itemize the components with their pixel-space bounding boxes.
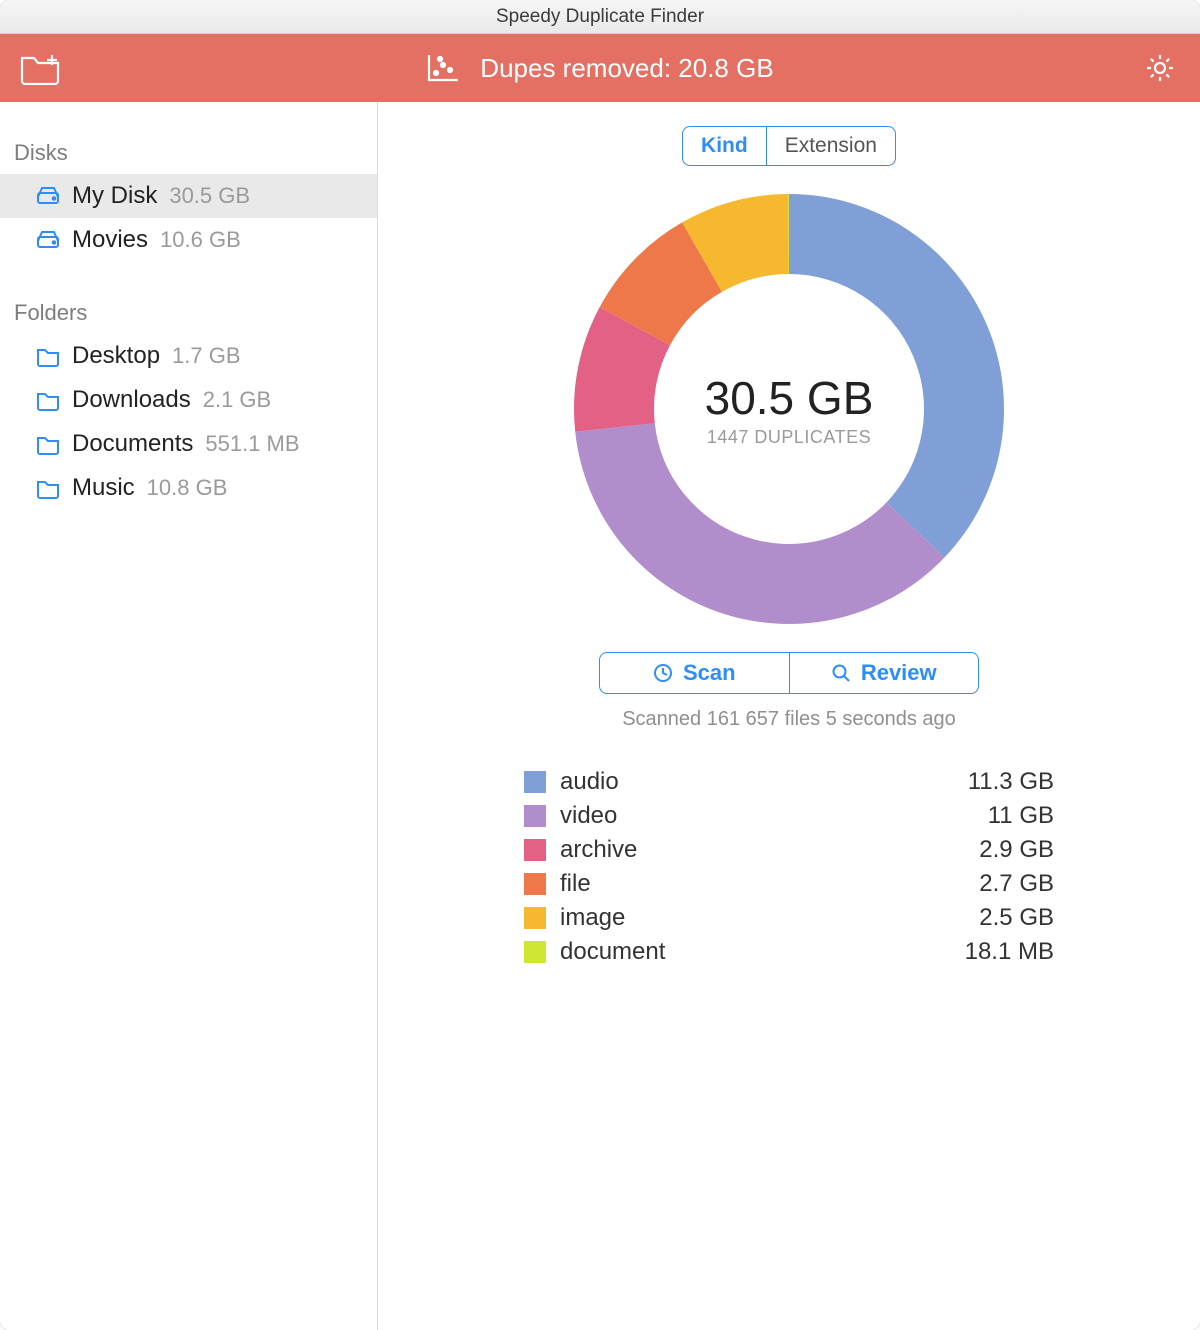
sidebar-item-label: Movies xyxy=(72,226,148,254)
window-title: Speedy Duplicate Finder xyxy=(496,6,704,28)
window-titlebar: Speedy Duplicate Finder xyxy=(0,0,1200,34)
legend-size: 11 GB xyxy=(988,802,1054,830)
sidebar-item-size: 1.7 GB xyxy=(172,343,240,369)
legend-swatch xyxy=(524,941,546,963)
legend-size: 11.3 GB xyxy=(968,768,1054,796)
sidebar-folder-item[interactable]: Downloads 2.1 GB xyxy=(0,378,377,422)
scan-button[interactable]: Scan xyxy=(600,653,789,693)
legend-row[interactable]: document 18.1 MB xyxy=(524,935,1054,969)
legend-size: 2.7 GB xyxy=(979,870,1054,898)
legend-row[interactable]: video 11 GB xyxy=(524,799,1054,833)
sidebar-disk-item[interactable]: My Disk 30.5 GB xyxy=(0,174,377,218)
sidebar: Disks My Disk 30.5 GB Movies 10.6 GB Folder… xyxy=(0,102,378,1330)
action-buttons: Scan Review xyxy=(599,652,979,694)
sidebar-item-size: 2.1 GB xyxy=(203,387,271,413)
donut-chart: 30.5 GB 1447 DUPLICATES xyxy=(564,184,1014,634)
sidebar-item-label: Desktop xyxy=(72,342,160,370)
legend-row[interactable]: image 2.5 GB xyxy=(524,901,1054,935)
folder-icon xyxy=(36,389,60,411)
legend-name: document xyxy=(560,938,951,966)
sidebar-item-size: 30.5 GB xyxy=(169,183,250,209)
tab-extension[interactable]: Extension xyxy=(766,127,895,165)
sidebar-item-size: 10.6 GB xyxy=(160,227,241,253)
scan-status: Scanned 161 657 files 5 seconds ago xyxy=(622,708,956,731)
dupes-removed-label: Dupes removed: 20.8 GB xyxy=(480,53,773,84)
scan-icon xyxy=(653,663,673,683)
donut-slice-video[interactable] xyxy=(575,423,944,624)
legend-name: image xyxy=(560,904,965,932)
review-button-label: Review xyxy=(861,660,937,686)
tab-kind[interactable]: Kind xyxy=(683,127,766,165)
folder-icon xyxy=(36,433,60,455)
sidebar-section-disks: Disks xyxy=(0,120,377,174)
sidebar-folder-item[interactable]: Documents 551.1 MB xyxy=(0,422,377,466)
donut-slice-audio[interactable] xyxy=(789,194,1004,558)
disk-icon xyxy=(36,185,60,207)
sidebar-item-size: 10.8 GB xyxy=(147,475,228,501)
legend-name: video xyxy=(560,802,974,830)
search-icon xyxy=(831,663,851,683)
sidebar-section-folders: Folders xyxy=(0,280,377,334)
legend-row[interactable]: audio 11.3 GB xyxy=(524,765,1054,799)
legend: audio 11.3 GB video 11 GB archive 2.9 GB file 2… xyxy=(524,765,1054,969)
legend-name: audio xyxy=(560,768,954,796)
folder-icon xyxy=(36,477,60,499)
sidebar-item-size: 551.1 MB xyxy=(205,431,299,457)
sidebar-disk-item[interactable]: Movies 10.6 GB xyxy=(0,218,377,262)
main-panel: Kind Extension 30.5 GB 1447 DUPLICATES S… xyxy=(378,102,1200,1330)
legend-size: 2.5 GB xyxy=(979,904,1054,932)
view-mode-segmented: Kind Extension xyxy=(682,126,896,166)
legend-size: 2.9 GB xyxy=(979,836,1054,864)
legend-row[interactable]: archive 2.9 GB xyxy=(524,833,1054,867)
legend-swatch xyxy=(524,873,546,895)
sidebar-folder-item[interactable]: Desktop 1.7 GB xyxy=(0,334,377,378)
legend-size: 18.1 MB xyxy=(965,938,1054,966)
sidebar-item-label: My Disk xyxy=(72,182,157,210)
legend-swatch xyxy=(524,805,546,827)
sidebar-item-label: Documents xyxy=(72,430,193,458)
legend-name: archive xyxy=(560,836,965,864)
legend-name: file xyxy=(560,870,965,898)
legend-swatch xyxy=(524,839,546,861)
sidebar-item-label: Downloads xyxy=(72,386,191,414)
legend-swatch xyxy=(524,907,546,929)
disk-icon xyxy=(36,229,60,251)
scan-button-label: Scan xyxy=(683,660,736,686)
add-folder-icon xyxy=(19,51,61,85)
review-button[interactable]: Review xyxy=(789,653,979,693)
gear-icon xyxy=(1143,51,1177,85)
sidebar-item-label: Music xyxy=(72,474,135,502)
sidebar-folder-item[interactable]: Music 10.8 GB xyxy=(0,466,377,510)
folder-icon xyxy=(36,345,60,367)
content: Disks My Disk 30.5 GB Movies 10.6 GB Folder… xyxy=(0,102,1200,1330)
legend-swatch xyxy=(524,771,546,793)
legend-row[interactable]: file 2.7 GB xyxy=(524,867,1054,901)
toolbar: Dupes removed: 20.8 GB xyxy=(0,34,1200,102)
add-folder-button[interactable] xyxy=(19,51,61,85)
stats-icon xyxy=(426,53,460,83)
settings-button[interactable] xyxy=(1143,51,1177,85)
